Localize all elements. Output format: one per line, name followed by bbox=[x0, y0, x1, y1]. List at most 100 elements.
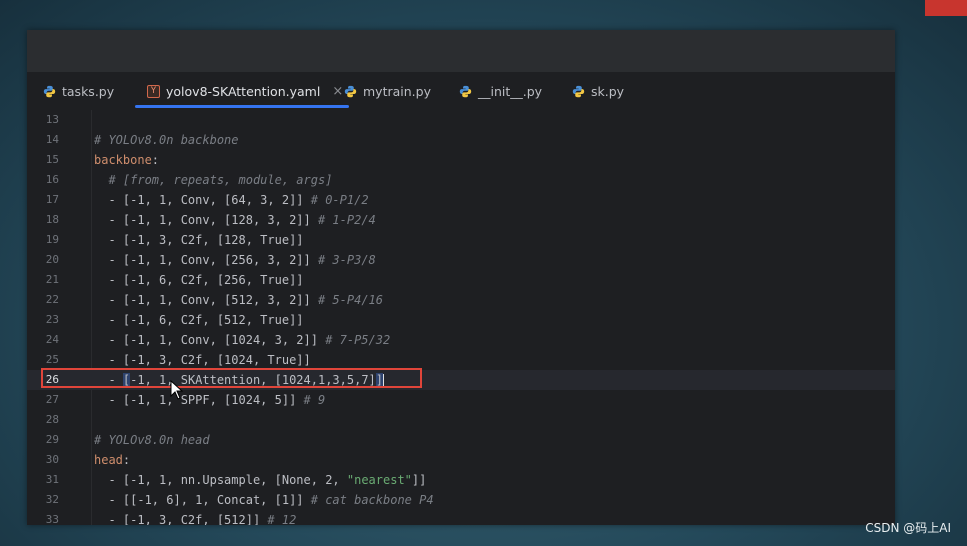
tab-label: tasks.py bbox=[62, 83, 115, 99]
code-line[interactable]: 24 - [-1, 1, Conv, [1024, 3, 2]] # 7-P5/… bbox=[27, 330, 895, 350]
line-number: 29 bbox=[45, 433, 59, 446]
code-token: backbone bbox=[94, 153, 152, 167]
code-line[interactable]: 23 - [-1, 6, C2f, [512, True]] bbox=[27, 310, 895, 330]
code-text: - [-1, 1, SKAttention, [1024,1,3,5,7]] bbox=[94, 370, 385, 390]
code-text: - [-1, 1, Conv, [256, 3, 2]] # 3-P3/8 bbox=[94, 250, 375, 270]
tab-label: __init__.py bbox=[478, 83, 543, 99]
code-token: # 7-P5/32 bbox=[325, 333, 391, 347]
code-line[interactable]: 26 - [-1, 1, SKAttention, [1024,1,3,5,7]… bbox=[27, 370, 895, 390]
tab-tasks-py[interactable]: tasks.py bbox=[43, 72, 114, 110]
code-token: - [-1, 6, C2f, [512, True]] bbox=[94, 313, 304, 327]
code-token: "nearest" bbox=[346, 473, 412, 487]
code-token: # 9 bbox=[303, 393, 326, 407]
code-line[interactable]: 13 bbox=[27, 110, 895, 130]
code-line[interactable]: 19 - [-1, 3, C2f, [128, True]] bbox=[27, 230, 895, 250]
code-line[interactable]: 16 # [from, repeats, module, args] bbox=[27, 170, 895, 190]
code-text: - [-1, 3, C2f, [128, True]] bbox=[94, 230, 304, 250]
code-line[interactable]: 25 - [-1, 3, C2f, [1024, True]] bbox=[27, 350, 895, 370]
mouse-cursor-icon bbox=[170, 380, 184, 400]
code-token: - [-1, 6, C2f, [256, True]] bbox=[94, 273, 304, 287]
code-token: : bbox=[151, 153, 160, 167]
code-line[interactable]: 18 - [-1, 1, Conv, [128, 3, 2]] # 1-P2/4 bbox=[27, 210, 895, 230]
code-text: backbone: bbox=[94, 150, 159, 170]
code-token: - [[-1, 6], 1, Concat, [1]] bbox=[94, 493, 311, 507]
code-token: ]] bbox=[411, 473, 427, 487]
code-line[interactable]: 17 - [-1, 1, Conv, [64, 3, 2]] # 0-P1/2 bbox=[27, 190, 895, 210]
code-token: - [-1, 3, C2f, [512]] bbox=[94, 513, 268, 525]
code-line[interactable]: 20 - [-1, 1, Conv, [256, 3, 2]] # 3-P3/8 bbox=[27, 250, 895, 270]
code-text: - [-1, 6, C2f, [512, True]] bbox=[94, 310, 304, 330]
watermark: CSDN @码上AI bbox=[865, 521, 951, 535]
line-number: 19 bbox=[45, 233, 59, 246]
code-token: head bbox=[94, 453, 123, 467]
code-line[interactable]: 14 # YOLOv8.0n backbone bbox=[27, 130, 895, 150]
code-token: - [-1, 3, C2f, [1024, True]] bbox=[94, 353, 311, 367]
line-number: 32 bbox=[45, 493, 59, 506]
code-text: # [from, repeats, module, args] bbox=[94, 170, 332, 190]
code-text: - [-1, 1, nn.Upsample, [None, 2, "neares… bbox=[94, 470, 426, 490]
code-line[interactable]: 15 backbone: bbox=[27, 150, 895, 170]
code-line[interactable]: 29 # YOLOv8.0n head bbox=[27, 430, 895, 450]
yaml-icon: Y bbox=[147, 84, 160, 98]
line-number: 16 bbox=[45, 173, 59, 186]
code-line[interactable]: 33 - [-1, 3, C2f, [512]] # 12 bbox=[27, 510, 895, 525]
code-token: # cat backbone P4 bbox=[310, 493, 434, 507]
ide-window: tasks.py Y yolov8-SKAttention.yaml × myt… bbox=[27, 30, 895, 525]
tab-label: yolov8-SKAttention.yaml bbox=[166, 83, 321, 99]
code-text: - [-1, 3, C2f, [512]] # 12 bbox=[94, 510, 296, 525]
tab-sk-py[interactable]: sk.py bbox=[572, 72, 624, 110]
code-line[interactable]: 22 - [-1, 1, Conv, [512, 3, 2]] # 5-P4/1… bbox=[27, 290, 895, 310]
tab-mytrain-py[interactable]: mytrain.py bbox=[344, 72, 431, 110]
code-token: - [-1, 1, SPPF, [1024, 5]] bbox=[94, 393, 304, 407]
code-text: - [-1, 6, C2f, [256, True]] bbox=[94, 270, 304, 290]
code-token: - [-1, 3, C2f, [128, True]] bbox=[94, 233, 304, 247]
code-text: # YOLOv8.0n head bbox=[94, 430, 210, 450]
code-text: - [-1, 1, SPPF, [1024, 5]] # 9 bbox=[94, 390, 325, 410]
line-number: 18 bbox=[45, 213, 59, 226]
code-token: - [-1, 1, Conv, [128, 3, 2]] bbox=[94, 213, 318, 227]
text-caret bbox=[383, 373, 385, 388]
code-line[interactable]: 30 head: bbox=[27, 450, 895, 470]
code-line[interactable]: 27 - [-1, 1, SPPF, [1024, 5]] # 9 bbox=[27, 390, 895, 410]
code-text: - [-1, 1, Conv, [128, 3, 2]] # 1-P2/4 bbox=[94, 210, 376, 230]
code-line[interactable]: 32 - [[-1, 6], 1, Concat, [1]] # cat bac… bbox=[27, 490, 895, 510]
code-text: - [[-1, 6], 1, Concat, [1]] # cat backbo… bbox=[94, 490, 434, 510]
editor-tab-bar: tasks.py Y yolov8-SKAttention.yaml × myt… bbox=[27, 72, 895, 110]
red-corner-decoration bbox=[925, 0, 967, 16]
code-line[interactable]: 28 bbox=[27, 410, 895, 430]
code-line[interactable]: 21 - [-1, 6, C2f, [256, True]] bbox=[27, 270, 895, 290]
code-token: # 5-P4/16 bbox=[317, 293, 383, 307]
code-token: # YOLOv8.0n head bbox=[94, 433, 210, 447]
line-number: 17 bbox=[45, 193, 59, 206]
tab-init-py[interactable]: __init__.py bbox=[459, 72, 542, 110]
python-icon bbox=[43, 85, 56, 97]
line-number: 25 bbox=[45, 353, 59, 366]
python-icon bbox=[344, 85, 357, 97]
python-icon bbox=[572, 85, 585, 97]
code-token: -1, 1, SKAttention, [1024,1,3,5,7] bbox=[130, 373, 376, 387]
line-number: 14 bbox=[45, 133, 59, 146]
code-token: ] bbox=[375, 373, 384, 387]
code-token: # 0-P1/2 bbox=[310, 193, 369, 207]
tab-yolov8-skattention-yaml[interactable]: Y yolov8-SKAttention.yaml × bbox=[134, 72, 350, 110]
code-token: - bbox=[94, 373, 123, 387]
code-text: - [-1, 1, Conv, [1024, 3, 2]] # 7-P5/32 bbox=[94, 330, 390, 350]
line-number: 28 bbox=[45, 413, 59, 426]
code-text: head: bbox=[94, 450, 130, 470]
code-editor[interactable]: 13 14 # YOLOv8.0n backbone 15 backbone: 16 # … bbox=[27, 110, 895, 525]
line-number: 24 bbox=[45, 333, 59, 346]
code-token: # 1-P2/4 bbox=[317, 213, 376, 227]
line-number: 33 bbox=[45, 513, 59, 525]
code-token: # 12 bbox=[267, 513, 297, 525]
tab-label: sk.py bbox=[591, 83, 625, 99]
line-number: 30 bbox=[45, 453, 59, 466]
code-text: - [-1, 1, Conv, [64, 3, 2]] # 0-P1/2 bbox=[94, 190, 369, 210]
code-text: - [-1, 1, Conv, [512, 3, 2]] # 5-P4/16 bbox=[94, 290, 383, 310]
close-tab-icon[interactable]: × bbox=[332, 84, 343, 99]
code-token: - [-1, 1, nn.Upsample, [None, 2, bbox=[94, 473, 347, 487]
code-token: # YOLOv8.0n backbone bbox=[94, 133, 239, 147]
line-number: 13 bbox=[45, 113, 59, 126]
code-line[interactable]: 31 - [-1, 1, nn.Upsample, [None, 2, "nea… bbox=[27, 470, 895, 490]
python-icon bbox=[459, 85, 472, 97]
tab-label: mytrain.py bbox=[363, 83, 431, 99]
